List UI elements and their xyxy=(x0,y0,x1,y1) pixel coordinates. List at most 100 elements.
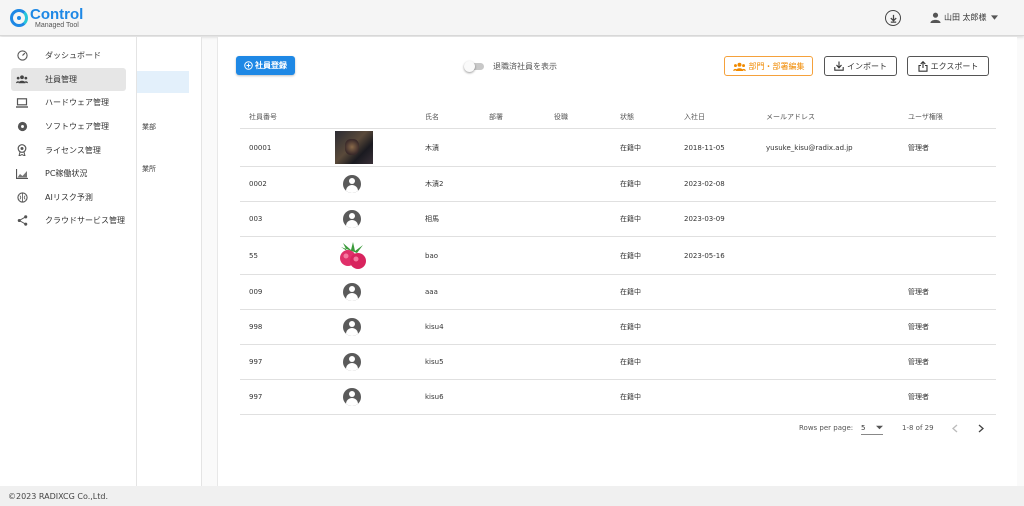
group-icon xyxy=(732,62,746,71)
sidebar-item-label: ライセンス管理 xyxy=(45,145,101,155)
employee-status: 在籍中 xyxy=(620,288,641,296)
employee-id: 0002 xyxy=(249,180,267,188)
show-retired-toggle[interactable]: 退職済社員を表示 xyxy=(464,61,557,72)
sidebar-item-ai-risk[interactable]: AIリスク予測 xyxy=(11,186,126,210)
employee-name: 相馬 xyxy=(425,215,439,223)
column-header-department[interactable]: 部署 xyxy=(489,105,503,128)
award-icon xyxy=(16,144,28,157)
sidebar-item-cloud[interactable]: クラウドサービス管理 xyxy=(11,209,126,233)
account-circle-icon xyxy=(343,318,361,336)
footer: ©2023 RADIXCG Co.,Ltd. xyxy=(0,486,1024,506)
department-item[interactable]: 業部 xyxy=(142,122,156,132)
import-button[interactable]: インポート xyxy=(824,56,897,76)
column-header-role[interactable]: ユーザ権限 xyxy=(908,105,943,128)
employee-photo xyxy=(335,131,373,164)
table-header-row: 社員番号 氏名 部署 役職 状態 入社日 メールアドレス ユーザ権限 xyxy=(240,105,996,129)
laptop-icon xyxy=(16,97,28,109)
sidebar-item-label: ハードウェア管理 xyxy=(45,98,109,108)
toggle-switch[interactable] xyxy=(464,61,484,72)
employee-avatar xyxy=(343,167,361,201)
next-page-icon[interactable] xyxy=(977,424,985,433)
register-employee-button[interactable]: 社員登録 xyxy=(236,56,295,75)
employee-status: 在籍中 xyxy=(620,323,641,331)
pagination: Rows per page: 5 1-8 of 29 xyxy=(218,424,1018,438)
column-header-name[interactable]: 氏名 xyxy=(425,105,439,128)
disc-icon xyxy=(16,121,28,133)
column-header-employee-id[interactable]: 社員番号 xyxy=(249,105,277,128)
copyright-text: ©2023 RADIXCG Co.,Ltd. xyxy=(8,491,108,501)
employee-role: 管理者 xyxy=(908,288,929,296)
table-row[interactable]: 00001 木漬 在籍中 2018-11-05 yusuke_kisu@radi… xyxy=(240,129,996,167)
employee-role: 管理者 xyxy=(908,323,929,331)
employee-name: kisu6 xyxy=(425,393,444,401)
download-icon[interactable] xyxy=(885,10,901,26)
sidebar-item-hardware[interactable]: ハードウェア管理 xyxy=(11,91,126,115)
employee-status: 在籍中 xyxy=(620,143,641,152)
table-row[interactable]: 0002 木漬2 在籍中 2023-02-08 xyxy=(240,167,996,202)
employee-avatar xyxy=(343,380,361,414)
account-circle-icon xyxy=(343,283,361,301)
employee-avatar xyxy=(343,345,361,379)
user-menu[interactable]: 山田 太郎様 xyxy=(930,12,1001,23)
account-circle-icon xyxy=(343,210,361,228)
speedometer-icon xyxy=(16,50,28,62)
employee-id: 997 xyxy=(249,358,263,366)
employee-status: 在籍中 xyxy=(620,180,641,188)
app-subtitle: Managed Tool xyxy=(35,22,79,29)
edit-departments-button[interactable]: 部門・部署編集 xyxy=(724,56,813,76)
export-button[interactable]: エクスポート xyxy=(907,56,989,76)
page-range: 1-8 of 29 xyxy=(902,424,934,432)
employee-join-date: 2023-02-08 xyxy=(684,180,725,188)
rows-per-page-value: 5 xyxy=(861,424,866,432)
table-row[interactable]: 997 kisu6 在籍中 管理者 xyxy=(240,380,996,415)
app-header: Control Managed Tool 山田 太郎様 xyxy=(0,0,1024,36)
employee-id: 009 xyxy=(249,288,263,296)
table-row[interactable]: 998 kisu4 在籍中 管理者 xyxy=(240,310,996,345)
sidebar-item-employees[interactable]: 社員管理 xyxy=(11,67,126,92)
export-label: エクスポート xyxy=(930,61,979,71)
employee-email: yusuke_kisu@radix.ad.jp xyxy=(766,143,853,152)
table-row[interactable]: 003 相馬 在籍中 2023-03-09 xyxy=(240,202,996,237)
sidebar-item-dashboard[interactable]: ダッシュボード xyxy=(11,44,126,68)
user-name: 山田 太郎様 xyxy=(944,13,987,22)
people-icon xyxy=(16,73,28,85)
column-header-position[interactable]: 役職 xyxy=(554,105,568,128)
department-item[interactable]: 業所 xyxy=(142,164,156,174)
column-header-join-date[interactable]: 入社日 xyxy=(684,105,705,128)
employee-status: 在籍中 xyxy=(620,393,641,401)
employee-name: 木漬2 xyxy=(425,180,444,188)
employee-avatar xyxy=(343,202,361,236)
department-item-selected[interactable] xyxy=(137,71,189,93)
sidebar-item-software[interactable]: ソフトウェア管理 xyxy=(11,115,126,139)
table-row[interactable]: 55 bao 在籍中 2023-05-16 xyxy=(240,237,996,275)
employee-join-date: 2018-11-05 xyxy=(684,143,725,152)
employee-join-date: 2023-03-09 xyxy=(684,215,725,223)
import-icon xyxy=(834,61,844,71)
sidebar-item-pc-status[interactable]: PC稼働状況 xyxy=(11,162,126,186)
rows-per-page-select[interactable]: 5 xyxy=(861,424,883,435)
employee-avatar xyxy=(343,275,361,309)
logo-mark-icon xyxy=(10,9,28,27)
employee-status: 在籍中 xyxy=(620,215,641,223)
sidebar-item-license[interactable]: ライセンス管理 xyxy=(11,138,126,162)
sidebar-item-label: クラウドサービス管理 xyxy=(45,216,125,226)
caret-down-icon xyxy=(876,425,883,430)
account-circle-icon xyxy=(343,353,361,371)
column-header-status[interactable]: 状態 xyxy=(620,105,634,128)
employee-name: bao xyxy=(425,251,439,260)
department-panel: 業部 業所 xyxy=(137,37,202,486)
chart-area-icon xyxy=(16,168,28,180)
table-row[interactable]: 997 kisu5 在籍中 管理者 xyxy=(240,345,996,380)
main-content: 社員登録 退職済社員を表示 部門・部署編集 インポート エクスポート 社員番号 … xyxy=(217,37,1017,486)
employee-id: 998 xyxy=(249,323,263,331)
column-header-email[interactable]: メールアドレス xyxy=(766,105,815,128)
register-employee-label: 社員登録 xyxy=(255,61,287,70)
employee-status: 在籍中 xyxy=(620,251,641,260)
table-row[interactable]: 009 aaa 在籍中 管理者 xyxy=(240,275,996,310)
sidebar-item-label: PC稼働状況 xyxy=(45,169,88,179)
rows-per-page-label: Rows per page: xyxy=(799,424,854,432)
prev-page-icon[interactable] xyxy=(951,424,959,433)
app-logo[interactable]: Control Managed Tool xyxy=(10,7,83,29)
sidebar: ダッシュボード 社員管理 ハードウェア管理 ソフトウェア管理 ライセンス管理 P… xyxy=(0,37,137,486)
employee-id: 55 xyxy=(249,251,258,260)
